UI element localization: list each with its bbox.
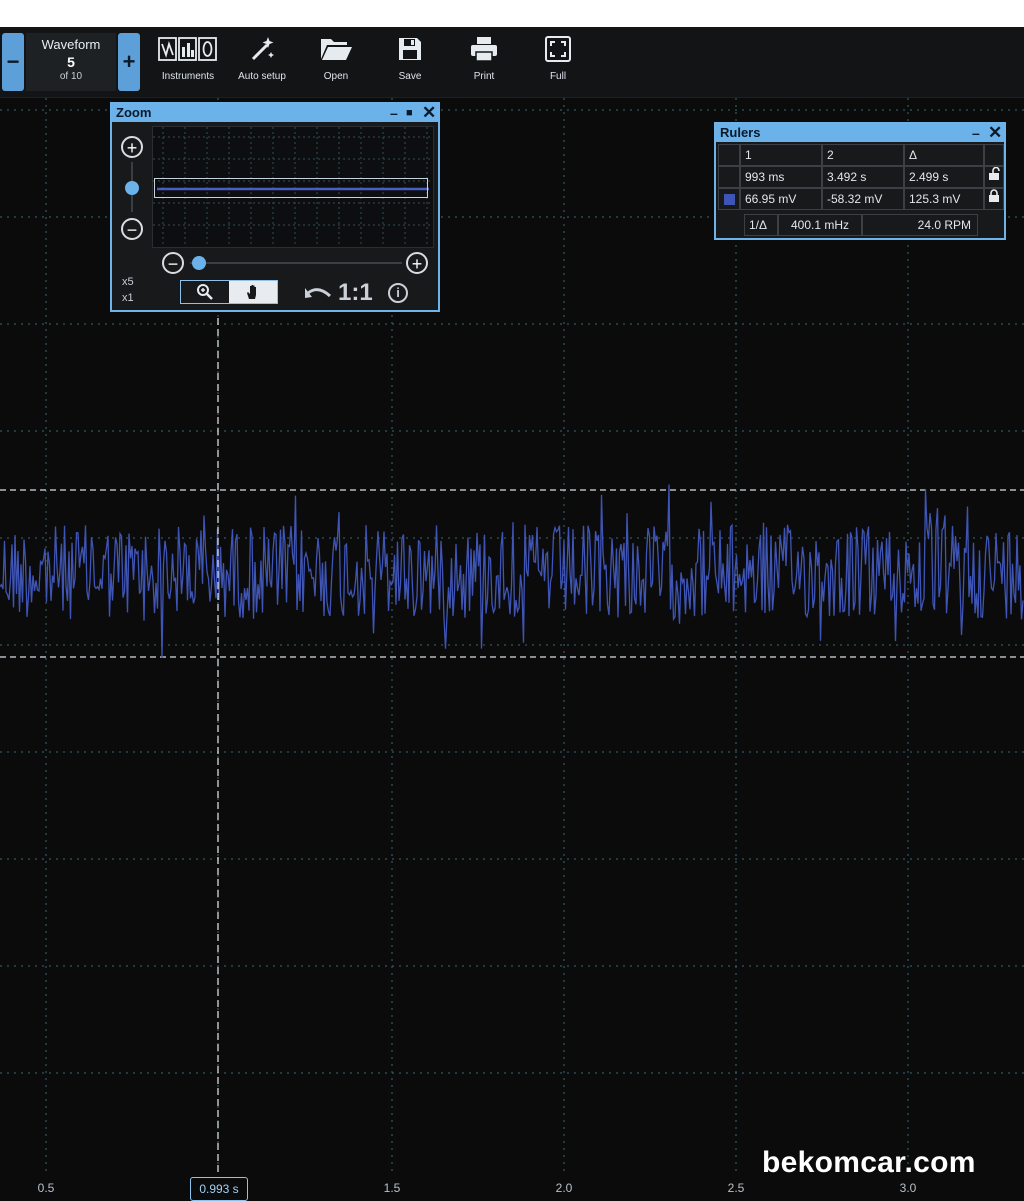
save-button[interactable]: Save [377, 33, 443, 91]
unlock-icon[interactable] [984, 166, 1004, 188]
zoom-panel: Zoom – ■ ✕ + − − + x5 x1 1:1 i [110, 102, 440, 312]
fullscreen-icon [525, 33, 591, 65]
rulers-panel-titlebar[interactable]: Rulers – ✕ [716, 124, 1004, 142]
rpm-value: 24.0 RPM [862, 214, 978, 236]
zoom-out-vertical-button[interactable]: − [121, 218, 143, 240]
undo-zoom-icon[interactable] [304, 284, 334, 302]
rulers-panel-title: Rulers [720, 125, 761, 140]
zoom-reset-button[interactable]: 1:1 [338, 279, 373, 307]
instruments-label: Instruments [161, 71, 215, 82]
zoom-mode-toggle [180, 280, 278, 304]
magnification-min-label: x1 [122, 292, 134, 304]
open-label: Open [323, 71, 349, 82]
waveform-trace [0, 484, 1024, 658]
freq-row-label: 1/Δ [744, 214, 778, 236]
close-icon[interactable]: ✕ [988, 124, 1002, 142]
save-disk-icon [377, 33, 443, 65]
time-ruler-1[interactable]: 993 ms [740, 166, 822, 188]
close-icon[interactable]: ✕ [422, 104, 436, 122]
x-tick-label: 1.5 [383, 1181, 401, 1195]
ruler-corner-cell [718, 144, 740, 166]
ruler-header-2: 2 [822, 144, 904, 166]
auto-setup-label: Auto setup [238, 71, 286, 82]
rulers-panel: Rulers – ✕ 1 2 Δ 993 ms 3.492 s 2.499 s … [714, 122, 1006, 240]
time-ruler-swatch [718, 166, 740, 188]
print-button[interactable]: Print [451, 33, 517, 91]
ruler-header-1: 1 [740, 144, 822, 166]
fullscreen-button[interactable]: Full [525, 33, 591, 91]
voltage-ruler-delta: 125.3 mV [904, 188, 984, 210]
folder-open-icon [303, 33, 369, 65]
magnifier-icon [197, 284, 213, 300]
waveform-title: Waveform [41, 37, 101, 52]
voltage-ruler-2[interactable]: -58.32 mV [822, 188, 904, 210]
time-cursor-label[interactable]: 0.993 s [190, 1177, 248, 1201]
magnification-max-label: x5 [122, 276, 134, 288]
top-white-strip [0, 0, 1024, 27]
waveform-total: of 10 [59, 71, 83, 82]
waveform-number: 5 [67, 54, 75, 70]
instruments-button[interactable]: Instruments [155, 33, 221, 91]
freq-row-spacer [718, 214, 744, 236]
pan-tool-button[interactable] [229, 281, 277, 303]
zoom-view-box[interactable] [154, 178, 428, 198]
x-tick-label: 3.0 [899, 1181, 917, 1195]
print-label: Print [473, 71, 495, 82]
save-label: Save [398, 71, 422, 82]
lock-icon[interactable] [984, 188, 1004, 210]
minimize-icon[interactable]: – [972, 124, 980, 142]
x-tick-label: 2.5 [727, 1181, 745, 1195]
freq-value: 400.1 mHz [778, 214, 862, 236]
time-ruler-delta: 2.499 s [904, 166, 984, 188]
hand-icon [247, 285, 256, 299]
ruler-header-lock [984, 144, 1004, 166]
previous-waveform-button[interactable]: − [2, 33, 24, 91]
toolbar: − Waveform 5 of 10 + Instruments Auto se… [0, 27, 1024, 98]
instruments-icon [155, 33, 221, 65]
zoom-in-horizontal-button[interactable]: + [406, 252, 428, 274]
zoom-panel-title: Zoom [116, 105, 152, 120]
zoom-out-horizontal-button[interactable]: − [162, 252, 184, 274]
maximize-icon[interactable]: ■ [406, 104, 413, 122]
voltage-ruler-swatch [718, 188, 740, 210]
info-icon[interactable]: i [388, 283, 408, 303]
zoom-panel-titlebar[interactable]: Zoom – ■ ✕ [112, 104, 438, 122]
ruler-header-delta: Δ [904, 144, 984, 166]
horizontal-zoom-thumb[interactable] [192, 256, 206, 270]
vertical-zoom-thumb[interactable] [125, 181, 139, 195]
printer-icon [451, 33, 517, 65]
time-ruler-2[interactable]: 3.492 s [822, 166, 904, 188]
fullscreen-label: Full [549, 71, 567, 82]
waveform-selector: − Waveform 5 of 10 + [2, 33, 140, 91]
zoom-tool-button[interactable] [181, 281, 229, 303]
watermark-text: bekomcar.com [762, 1146, 976, 1179]
auto-setup-button[interactable]: Auto setup [229, 33, 295, 91]
waveform-counter: Waveform 5 of 10 [26, 33, 116, 91]
x-tick-label: 0.5 [37, 1181, 55, 1195]
zoom-in-vertical-button[interactable]: + [121, 136, 143, 158]
open-button[interactable]: Open [303, 33, 369, 91]
voltage-ruler-1[interactable]: 66.95 mV [740, 188, 822, 210]
auto-setup-wand-icon [229, 33, 295, 65]
minimize-icon[interactable]: – [390, 104, 398, 122]
horizontal-zoom-track[interactable] [190, 262, 402, 264]
x-tick-label: 2.0 [555, 1181, 573, 1195]
next-waveform-button[interactable]: + [118, 33, 140, 91]
